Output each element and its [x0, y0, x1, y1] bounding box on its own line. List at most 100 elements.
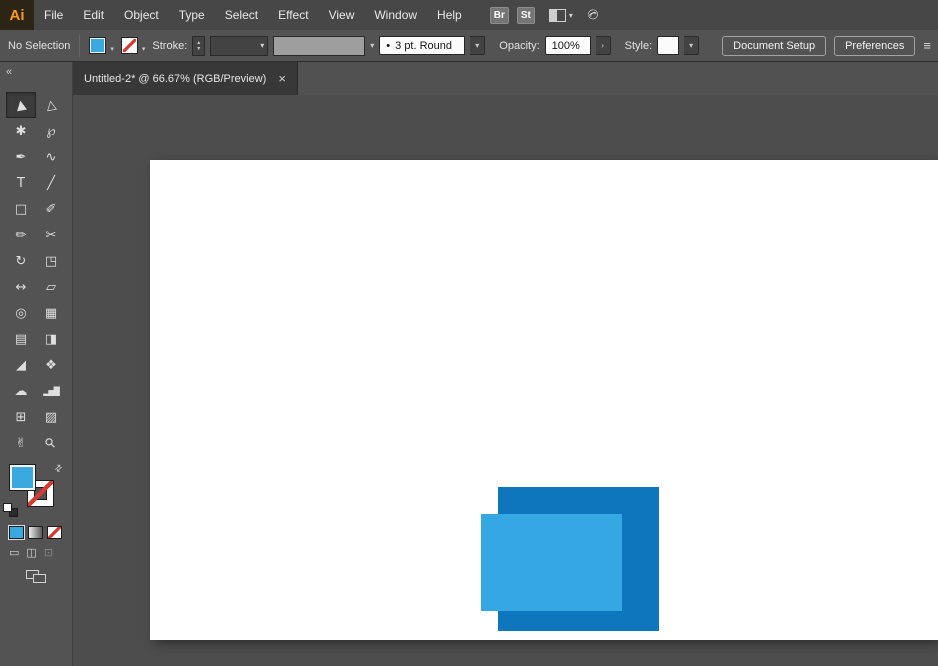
width-tool[interactable]: ↔ — [6, 274, 36, 300]
menu-type[interactable]: Type — [169, 0, 215, 30]
pen-tool[interactable]: ✒ — [6, 144, 36, 170]
fill-color-well[interactable] — [89, 37, 106, 54]
document-tab[interactable]: Untitled-2* @ 66.67% (RGB/Preview) × — [73, 62, 298, 95]
pen-tool-icon: ✒ — [16, 150, 27, 165]
gradient-tool[interactable]: ◨ — [36, 326, 66, 352]
drawing-mode-buttons: ▭ ◫ ⊡ — [9, 546, 72, 559]
document-area: Untitled-2* @ 66.67% (RGB/Preview) × — [73, 62, 938, 666]
type-tool[interactable]: T — [6, 170, 36, 196]
preferences-button[interactable]: Preferences — [834, 36, 915, 56]
style-dropdown-button[interactable]: ▾ — [684, 36, 699, 55]
menu-select[interactable]: Select — [215, 0, 268, 30]
perspective-grid-tool-icon: ▦ — [45, 306, 57, 321]
scissors-tool[interactable]: ✂ — [36, 222, 66, 248]
rotate-tool-icon: ↻ — [16, 254, 27, 269]
stroke-label: Stroke: — [152, 40, 187, 52]
rectangle-tool-icon: □ — [15, 202, 27, 217]
screen-mode-button[interactable] — [26, 570, 48, 584]
stroke-weight-stepper[interactable]: ▴▾ — [192, 36, 205, 56]
default-fill-stroke-icon[interactable] — [3, 503, 18, 517]
canvas[interactable] — [73, 95, 938, 666]
lasso-tool[interactable]: ℘ — [36, 118, 66, 144]
scale-tool[interactable]: ◳ — [36, 248, 66, 274]
bridge-button[interactable]: Br — [490, 7, 509, 24]
chevron-down-icon[interactable]: ▾ — [110, 45, 114, 53]
curvature-tool[interactable]: ∿ — [36, 144, 66, 170]
magic-wand-tool[interactable]: ✱ — [6, 118, 36, 144]
opacity-dropdown-button[interactable]: › — [596, 36, 611, 55]
close-icon[interactable]: × — [278, 74, 286, 84]
column-graph-tool[interactable]: ▂▅█ — [36, 378, 66, 404]
eyedropper-tool[interactable]: ◢ — [6, 352, 36, 378]
arrange-documents-icon — [549, 9, 566, 22]
arrange-documents-button[interactable]: ▾ — [549, 9, 573, 22]
symbol-sprayer-tool-icon: ☁ — [15, 384, 28, 399]
menu-file[interactable]: File — [34, 0, 73, 30]
menu-effect[interactable]: Effect — [268, 0, 318, 30]
free-transform-tool[interactable]: ▱ — [36, 274, 66, 300]
control-panel-menu-icon[interactable]: ≡ — [923, 38, 930, 53]
variable-width-profile-dropdown[interactable] — [273, 36, 365, 56]
device-share-icon[interactable]: ✆ — [583, 5, 602, 24]
stroke-color-well[interactable] — [121, 37, 138, 54]
paintbrush-tool[interactable]: ✐ — [36, 196, 66, 222]
menu-help[interactable]: Help — [427, 0, 472, 30]
fill-stroke-indicator-area: ⇄ — [0, 462, 72, 520]
style-label: Style: — [625, 40, 653, 52]
collapse-toolbar-button[interactable]: « — [0, 62, 72, 92]
eyedropper-tool-icon: ◢ — [16, 358, 26, 373]
blend-tool[interactable]: ❖ — [36, 352, 66, 378]
stock-button[interactable]: St — [517, 7, 535, 24]
menu-object[interactable]: Object — [114, 0, 169, 30]
stepper-down-icon[interactable]: ▾ — [197, 46, 200, 52]
swap-fill-stroke-icon[interactable]: ⇄ — [53, 462, 66, 475]
scissors-tool-icon: ✂ — [46, 228, 57, 243]
draw-inside-icon[interactable]: ⊡ — [44, 546, 53, 559]
rectangle-tool[interactable]: □ — [6, 196, 36, 222]
selection-tool-icon: ▶ — [13, 99, 30, 111]
artboard[interactable] — [150, 160, 938, 640]
brush-definition-dropdown[interactable]: •3 pt. Round — [379, 36, 465, 55]
slice-tool[interactable]: ▨ — [36, 404, 66, 430]
chevron-down-icon[interactable]: ▾ — [370, 41, 374, 50]
pencil-tool[interactable]: ✏ — [6, 222, 36, 248]
chevron-down-icon[interactable]: ▾ — [142, 45, 146, 53]
draw-normal-icon[interactable]: ▭ — [9, 546, 19, 559]
menu-window[interactable]: Window — [364, 0, 427, 30]
opacity-input[interactable]: 100% — [545, 36, 591, 55]
selection-status: No Selection — [8, 40, 70, 52]
document-setup-button[interactable]: Document Setup — [722, 36, 826, 56]
app-logo: Ai — [0, 0, 34, 30]
menu-view[interactable]: View — [319, 0, 365, 30]
line-segment-tool[interactable]: ╱ — [36, 170, 66, 196]
fill-color-indicator[interactable] — [9, 464, 36, 491]
draw-behind-icon[interactable]: ◫ — [26, 546, 36, 559]
scale-tool-icon: ◳ — [45, 254, 57, 269]
hand-tool-icon: ✌ — [16, 436, 27, 451]
shape-builder-tool[interactable]: ◎ — [6, 300, 36, 326]
column-graph-tool-icon: ▂▅█ — [43, 387, 58, 396]
artwork-rect-2[interactable] — [481, 514, 622, 611]
stroke-weight-dropdown[interactable]: ▾ — [210, 36, 268, 56]
symbol-sprayer-tool[interactable]: ☁ — [6, 378, 36, 404]
selection-tool[interactable]: ▶ — [6, 92, 36, 118]
artboard-tool[interactable]: ⊞ — [6, 404, 36, 430]
rotate-tool[interactable]: ↻ — [6, 248, 36, 274]
color-button[interactable] — [9, 526, 24, 539]
zoom-tool[interactable]: ⚲ — [36, 430, 66, 456]
paintbrush-tool-icon: ✐ — [46, 202, 57, 217]
line-segment-tool-icon: ╱ — [47, 176, 55, 191]
perspective-grid-tool[interactable]: ▦ — [36, 300, 66, 326]
hand-tool[interactable]: ✌ — [6, 430, 36, 456]
curvature-tool-icon: ∿ — [46, 150, 57, 165]
divider — [79, 35, 80, 57]
none-button[interactable] — [47, 526, 62, 539]
menu-edit[interactable]: Edit — [73, 0, 114, 30]
style-dropdown[interactable] — [657, 36, 679, 55]
direct-selection-tool[interactable]: ▷ — [36, 92, 66, 118]
gradient-button[interactable] — [28, 526, 43, 539]
illustrator-window: Ai FileEditObjectTypeSelectEffectViewWin… — [0, 0, 938, 666]
artboard-tool-icon: ⊞ — [16, 410, 27, 425]
brush-dropdown-button[interactable]: ▾ — [470, 36, 485, 55]
mesh-tool[interactable]: ▤ — [6, 326, 36, 352]
